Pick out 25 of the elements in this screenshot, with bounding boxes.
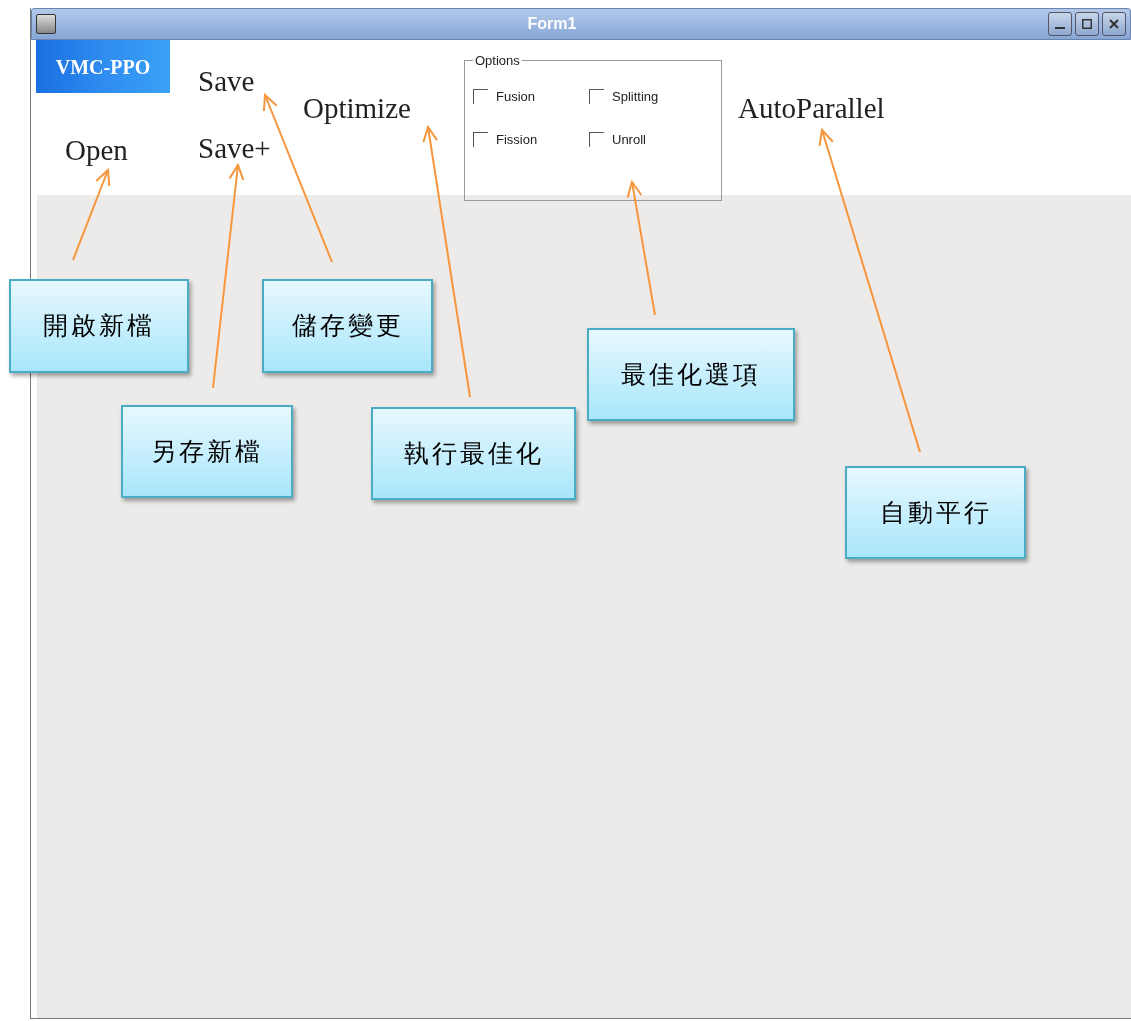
logo: VMC-PPO [36, 40, 170, 93]
toolbar-button[interactable]: Optimize [303, 87, 411, 131]
close-button[interactable] [1102, 12, 1126, 36]
maximize-button[interactable] [1075, 12, 1099, 36]
maximize-icon [1082, 19, 1092, 29]
toolbar-button[interactable]: Open [65, 129, 128, 173]
toolbar-button[interactable]: Save [198, 60, 255, 104]
option-checkbox[interactable]: Fusion [473, 86, 589, 106]
toolbar-button[interactable]: Save+ [198, 127, 271, 171]
callout: 另存新檔 [121, 405, 293, 498]
callout: 開啟新檔 [9, 279, 189, 373]
callout: 最佳化選項 [587, 328, 795, 421]
group-title: Options [474, 52, 521, 70]
option-checkbox[interactable]: Fission [473, 130, 589, 150]
toolbar-button[interactable]: AutoParallel [738, 87, 885, 131]
minimize-button[interactable] [1048, 12, 1072, 36]
close-icon [1109, 19, 1119, 29]
callout: 儲存變更 [262, 279, 433, 373]
app-icon [36, 14, 56, 34]
minimize-icon [1055, 27, 1065, 29]
callout: 自動平行 [845, 466, 1026, 559]
window-title: Form1 [526, 14, 578, 34]
callout: 執行最佳化 [371, 407, 576, 500]
option-checkbox[interactable]: Splitting [589, 86, 709, 106]
option-checkbox[interactable]: Unroll [589, 130, 709, 150]
